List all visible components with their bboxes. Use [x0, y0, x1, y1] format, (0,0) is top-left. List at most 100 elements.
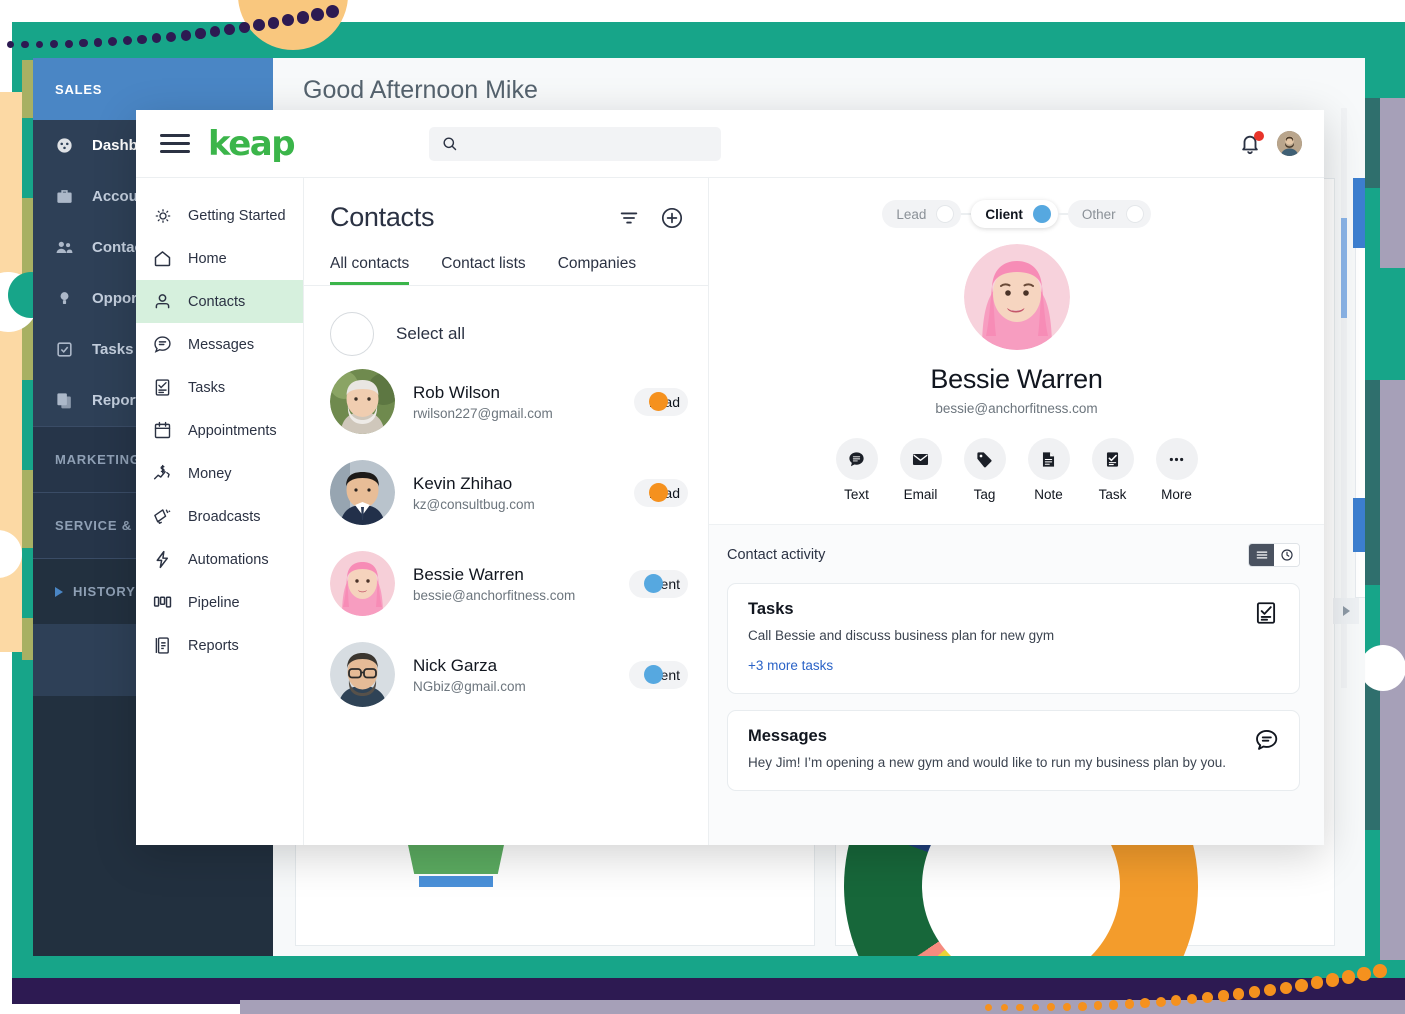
- clock-view-icon[interactable]: [1274, 544, 1299, 566]
- sidebar-item-automations[interactable]: Automations: [136, 538, 303, 581]
- person-icon: [152, 291, 173, 312]
- contact-list-item[interactable]: Rob Wilson rwilson227@gmail.com Lead: [304, 356, 708, 447]
- segment-client[interactable]: Client: [971, 200, 1058, 228]
- action-task[interactable]: Task: [1091, 438, 1134, 502]
- task-checklist-icon: [1253, 600, 1279, 626]
- decorative-dot: [311, 8, 324, 21]
- status-badge[interactable]: Client: [629, 569, 688, 598]
- decorative-dot: [1140, 998, 1150, 1008]
- contact-name: Bessie Warren: [413, 564, 524, 584]
- search-bar[interactable]: [429, 126, 722, 161]
- sidebar-item-reports[interactable]: Reports: [136, 624, 303, 667]
- select-all-row[interactable]: Select all: [304, 286, 708, 356]
- hamburger-icon[interactable]: [160, 129, 190, 158]
- segment-lead[interactable]: Lead: [882, 200, 962, 228]
- scroll-right-button[interactable]: [1333, 598, 1359, 624]
- avatar: [330, 642, 395, 707]
- keap-logo[interactable]: keap: [208, 124, 296, 164]
- contact-list-item[interactable]: Bessie Warren bessie@anchorfitness.com C…: [304, 538, 708, 629]
- decorative-dot: [35, 40, 44, 49]
- decorative-dot: [108, 37, 118, 47]
- decorative-dot: [1248, 986, 1261, 998]
- action-note[interactable]: Note: [1027, 438, 1070, 502]
- decorative-dot: [296, 11, 309, 24]
- funnel-stage-3: [419, 876, 493, 887]
- contact-name: Rob Wilson: [413, 382, 500, 402]
- contact-action-bar: Text Email Tag Note Task More: [835, 438, 1198, 502]
- contact-list-item[interactable]: Nick Garza NGbiz@gmail.com Client: [304, 629, 708, 720]
- select-all-checkbox[interactable]: [330, 312, 374, 356]
- avatar: [330, 551, 395, 616]
- contact-name: Kevin Zhihao: [413, 473, 513, 493]
- activity-card-tasks[interactable]: Tasks Call Bessie and discuss business p…: [727, 583, 1300, 694]
- sidebar-item-contacts[interactable]: Contacts: [136, 280, 303, 323]
- avatar: [330, 369, 395, 434]
- plus-circle-icon[interactable]: [660, 206, 684, 230]
- tab-all-contacts[interactable]: All contacts: [330, 255, 410, 285]
- tab-companies[interactable]: Companies: [558, 255, 636, 285]
- status-dot: [648, 483, 668, 502]
- page-title: Contacts: [330, 202, 435, 232]
- sidebar-item-label: Messages: [188, 336, 255, 353]
- activity-card-text: Hey Jim! I’m opening a new gym and would…: [748, 754, 1226, 770]
- sidebar-item-label: Appointments: [188, 422, 277, 439]
- notification-badge: [1254, 130, 1264, 141]
- screenshot-root: SALES Dashboard Accounts Contacts Tasks …: [0, 0, 1405, 1014]
- contact-text: Bessie Warren bessie@anchorfitness.com: [413, 565, 575, 603]
- decorative-dot: [1357, 967, 1371, 981]
- task-checklist-icon: [1091, 438, 1134, 480]
- home-icon: [152, 248, 173, 269]
- check-square-icon: [55, 340, 74, 359]
- segment-label: Other: [1081, 206, 1116, 222]
- decorative-dot: [1310, 976, 1324, 990]
- bell-icon[interactable]: [1239, 130, 1264, 155]
- decorative-dot: [1233, 988, 1245, 1000]
- decorative-dot: [1016, 1003, 1024, 1012]
- decorative-dot: [1078, 1002, 1087, 1011]
- bg-section-label: HISTORY: [73, 584, 136, 599]
- sidebar-item-broadcasts[interactable]: Broadcasts: [136, 495, 303, 538]
- action-tag[interactable]: Tag: [963, 438, 1006, 502]
- action-email[interactable]: Email: [899, 438, 942, 502]
- gauge-icon: [55, 136, 74, 155]
- sidebar-item-money[interactable]: Money: [136, 452, 303, 495]
- segment-other[interactable]: Other: [1067, 200, 1151, 228]
- sidebar-item-messages[interactable]: Messages: [136, 323, 303, 366]
- decorative-dot: [325, 5, 339, 18]
- status-dot: [648, 392, 668, 411]
- filter-icon[interactable]: [618, 207, 640, 229]
- sidebar-item-home[interactable]: Home: [136, 237, 303, 280]
- tag-icon: [963, 438, 1006, 480]
- search-input[interactable]: [467, 135, 710, 152]
- action-more[interactable]: More: [1155, 438, 1198, 502]
- decorative-dot: [6, 40, 14, 49]
- sidebar-item-label: Contacts: [188, 293, 246, 310]
- action-text[interactable]: Text: [835, 438, 878, 502]
- sidebar-item-appointments[interactable]: Appointments: [136, 409, 303, 452]
- contact-text: Nick Garza NGbiz@gmail.com: [413, 656, 526, 694]
- sidebar-item-pipeline[interactable]: Pipeline: [136, 581, 303, 624]
- contact-avatar-large: [963, 244, 1070, 350]
- decorative-dot: [1155, 996, 1166, 1007]
- orange-dots-pattern: [985, 962, 1405, 1014]
- sidebar-item-getting-started[interactable]: Getting Started: [136, 194, 303, 237]
- status-badge[interactable]: Lead: [633, 478, 688, 507]
- activity-card-title: Tasks: [748, 600, 794, 618]
- tab-contact-lists[interactable]: Contact lists: [441, 255, 525, 285]
- sidebar-item-label: Reports: [188, 637, 239, 654]
- status-badge[interactable]: Lead: [633, 387, 688, 416]
- list-view-icon[interactable]: [1249, 544, 1274, 566]
- calendar-icon: [152, 420, 173, 441]
- status-badge[interactable]: Client: [629, 660, 688, 689]
- activity-card-messages[interactable]: Messages Hey Jim! I’m opening a new gym …: [727, 709, 1300, 792]
- bg-sidebar-label: Tasks: [92, 341, 134, 358]
- decorative-dot: [1093, 1001, 1103, 1011]
- decorative-dot: [985, 1004, 992, 1011]
- avatar[interactable]: [1277, 131, 1302, 156]
- more-tasks-link[interactable]: +3 more tasks: [748, 658, 833, 673]
- search-icon: [441, 135, 458, 152]
- contact-list-item[interactable]: Kevin Zhihao kz@consultbug.com Lead: [304, 447, 708, 538]
- decorative-dot: [1264, 983, 1277, 996]
- greeting-title: Good Afternoon Mike: [303, 76, 538, 104]
- sidebar-item-tasks[interactable]: Tasks: [136, 366, 303, 409]
